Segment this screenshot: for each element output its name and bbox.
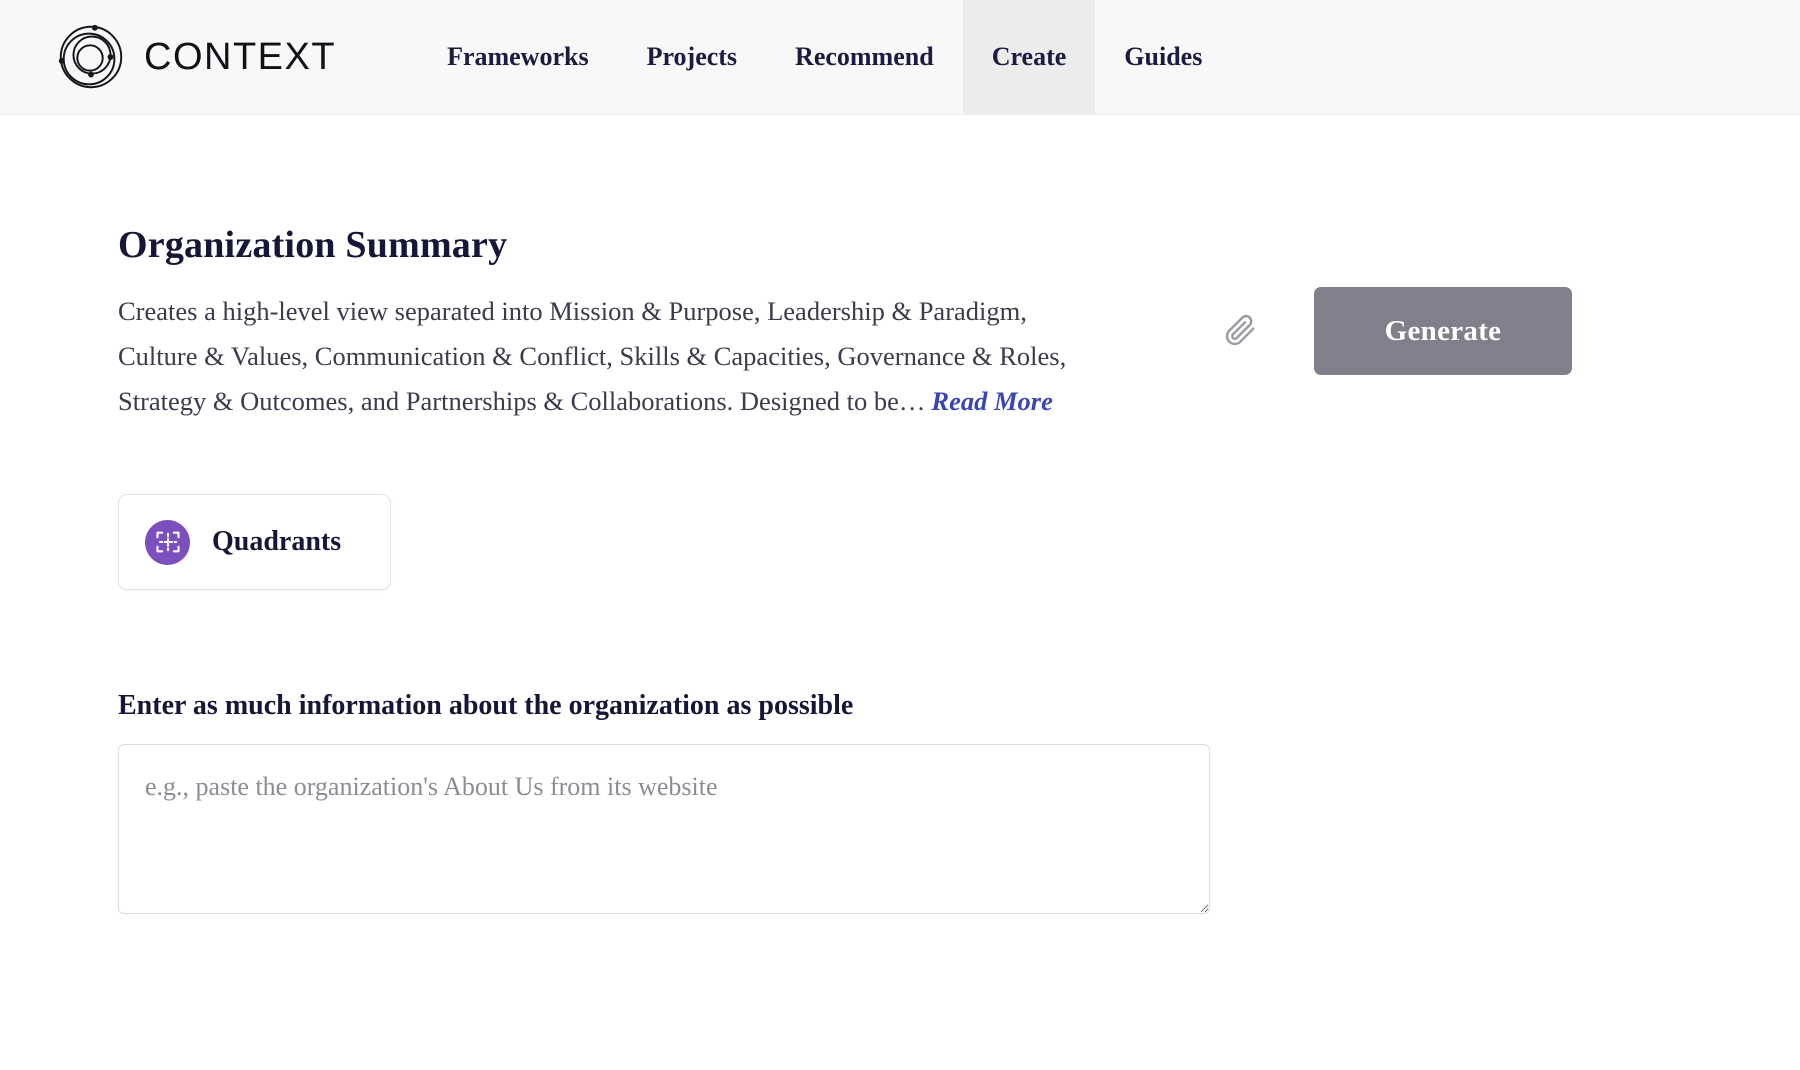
brand-name: CONTEXT <box>144 35 337 78</box>
nav-item-projects[interactable]: Projects <box>618 0 766 114</box>
organization-info-textarea[interactable] <box>118 744 1210 914</box>
nav-item-recommend[interactable]: Recommend <box>766 0 963 114</box>
organization-input-label: Enter as much information about the orga… <box>118 690 854 721</box>
action-cluster: Generate <box>1220 287 1572 375</box>
attach-file-button[interactable] <box>1220 309 1260 353</box>
mode-card-row: Quadrants <box>118 494 1800 590</box>
main-content: Organization Summary Creates a high-leve… <box>0 115 1800 914</box>
quadrants-card[interactable]: Quadrants <box>118 494 391 590</box>
generate-button[interactable]: Generate <box>1314 287 1572 375</box>
page-title: Organization Summary <box>118 224 508 266</box>
framework-description-text: Creates a high-level view separated into… <box>118 296 1067 416</box>
primary-nav: Frameworks Projects Recommend Create Gui… <box>418 0 1231 114</box>
nav-item-create[interactable]: Create <box>962 0 1096 114</box>
nav-item-guides[interactable]: Guides <box>1095 0 1231 114</box>
quadrants-card-label: Quadrants <box>212 526 342 557</box>
orbital-rings-logo-icon <box>52 18 130 96</box>
nav-item-frameworks[interactable]: Frameworks <box>418 0 618 114</box>
read-more-link[interactable]: Read More <box>931 386 1052 416</box>
organization-input-block: Enter as much information about the orga… <box>118 690 1800 914</box>
quadrants-grid-icon <box>145 519 190 565</box>
brand-logo[interactable]: CONTEXT <box>0 0 356 114</box>
paperclip-icon <box>1223 312 1257 351</box>
framework-description: Creates a high-level view separated into… <box>118 289 1083 424</box>
top-navbar: CONTEXT Frameworks Projects Recommend Cr… <box>0 0 1800 115</box>
